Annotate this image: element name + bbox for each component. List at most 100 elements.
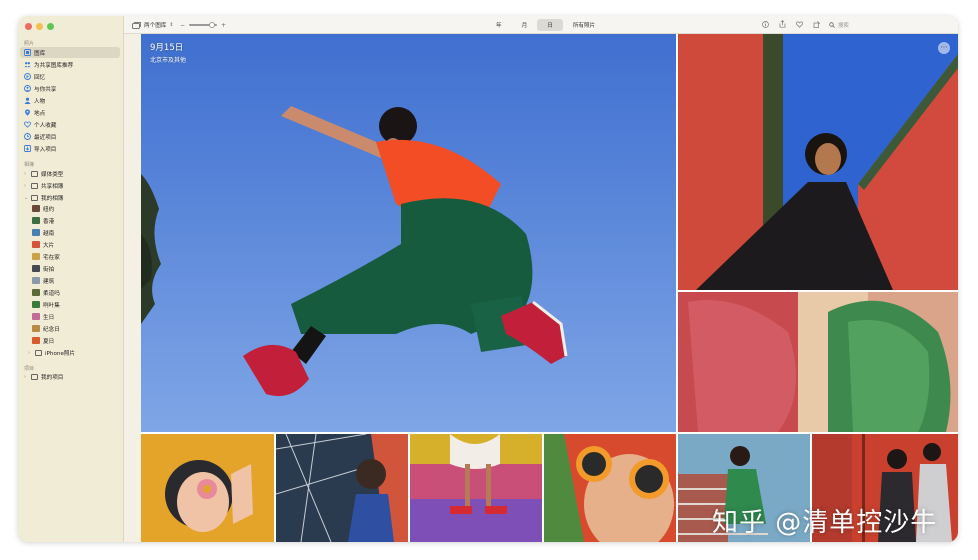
sidebar-album-architecture[interactable]: 建筑 bbox=[20, 275, 120, 286]
zoom-out-icon[interactable]: − bbox=[180, 22, 185, 29]
tab-years[interactable]: 年 bbox=[486, 19, 512, 31]
sidebar-item-places[interactable]: 地点 bbox=[20, 107, 120, 118]
toolbar: 两个图库 ⇕ − + 年 月 日 所有照片 搜索 bbox=[124, 16, 958, 34]
zoom-slider[interactable] bbox=[189, 21, 218, 28]
sidebar-album-birthday[interactable]: 生日 bbox=[20, 311, 120, 322]
library-selector[interactable]: 两个图库 ⇕ bbox=[132, 16, 174, 34]
sidebar-item-label: 宅在家 bbox=[43, 254, 60, 261]
more-options-button[interactable]: ⋯ bbox=[938, 42, 950, 54]
chevron-right-icon[interactable]: › bbox=[24, 171, 28, 177]
sidebar-album-hongkong[interactable]: 香港 bbox=[20, 215, 120, 226]
heart-icon bbox=[24, 121, 31, 128]
album-thumbnail bbox=[32, 229, 40, 236]
sidebar-item-label: 我的项目 bbox=[41, 374, 64, 381]
photo-plastic-sheets[interactable] bbox=[678, 292, 958, 432]
sidebar-item-label: 回忆 bbox=[34, 74, 46, 81]
minimize-window-button[interactable] bbox=[36, 23, 43, 30]
sidebar-item-label: 夏日 bbox=[43, 338, 55, 345]
sidebar-item-library[interactable]: 图库 bbox=[20, 47, 120, 58]
sidebar-group-my-projects[interactable]: › 我的项目 bbox=[20, 371, 120, 382]
close-window-button[interactable] bbox=[25, 23, 32, 30]
sidebar-item-memories[interactable]: 回忆 bbox=[20, 71, 120, 82]
photo-image bbox=[141, 34, 676, 432]
share-icon[interactable] bbox=[779, 20, 786, 30]
people-shared-icon bbox=[24, 61, 31, 68]
sidebar-item-label: 人物 bbox=[34, 98, 46, 105]
photo-image bbox=[678, 34, 958, 290]
sidebar-group-media-types[interactable]: › 媒体类型 bbox=[20, 168, 120, 179]
sidebar-album-7[interactable]: 柔道吗 bbox=[20, 287, 120, 298]
chevron-right-icon[interactable]: › bbox=[24, 374, 28, 380]
library-stack-icon bbox=[132, 21, 141, 29]
watermark-text: 知乎 @清单控沙牛 bbox=[712, 508, 938, 538]
clock-icon bbox=[24, 133, 31, 140]
sidebar-item-imports[interactable]: 导入项目 bbox=[20, 143, 120, 154]
photo-featured-jumping-person[interactable]: 9月15日 北京市及其他 bbox=[141, 34, 676, 432]
sidebar-album-street[interactable]: 街拍 bbox=[20, 263, 120, 274]
folder-icon bbox=[31, 194, 38, 201]
sidebar-item-label: 媒体类型 bbox=[41, 171, 64, 178]
sidebar-item-label: 图库 bbox=[34, 50, 46, 57]
rotate-icon[interactable] bbox=[813, 20, 820, 30]
sidebar-item-shared-with-you[interactable]: 与你共享 bbox=[20, 83, 120, 94]
zoom-window-button[interactable] bbox=[47, 23, 54, 30]
album-thumbnail bbox=[32, 241, 40, 248]
sidebar-album-8[interactable]: 咧叶集 bbox=[20, 299, 120, 310]
tab-days[interactable]: 日 bbox=[537, 19, 563, 31]
sidebar-group-my-albums[interactable]: ⌄ 我的相簿 bbox=[20, 192, 120, 203]
photos-window: 照片 图库 为共享图库推荐 回忆 与你共享 人物 地点 个人收藏 最近项目 导入… bbox=[18, 16, 958, 542]
sidebar-folder-iphone[interactable]: › iPhone照片 bbox=[20, 347, 120, 358]
sidebar-album-anniversary[interactable]: 纪念日 bbox=[20, 323, 120, 334]
sidebar-album-newyork[interactable]: 纽约 bbox=[20, 203, 120, 214]
folder-icon bbox=[31, 182, 38, 189]
favorite-heart-icon[interactable] bbox=[796, 21, 803, 30]
sidebar-item-label: 共享相簿 bbox=[41, 183, 64, 190]
tab-all-photos[interactable]: 所有照片 bbox=[563, 19, 605, 31]
album-thumbnail bbox=[32, 325, 40, 332]
memories-icon bbox=[24, 73, 31, 80]
zoom-slider-knob[interactable] bbox=[209, 21, 216, 28]
photo-girl-donut[interactable] bbox=[141, 434, 274, 542]
photo-sunglasses[interactable] bbox=[544, 434, 676, 542]
sidebar-item-label: 地点 bbox=[34, 110, 46, 117]
zoom-in-icon[interactable]: + bbox=[221, 22, 226, 29]
photo-date-label: 9月15日 bbox=[150, 43, 184, 53]
sidebar: 照片 图库 为共享图库推荐 回忆 与你共享 人物 地点 个人收藏 最近项目 导入… bbox=[18, 16, 124, 542]
sidebar-item-label: 导入项目 bbox=[34, 146, 57, 153]
album-thumbnail bbox=[32, 337, 40, 344]
sidebar-album-summer[interactable]: 夏日 bbox=[20, 335, 120, 346]
sidebar-item-label: 香港 bbox=[43, 218, 55, 225]
sidebar-item-shared-library-suggestions[interactable]: 为共享图库推荐 bbox=[20, 59, 120, 70]
photo-rainbow-floor[interactable] bbox=[410, 434, 542, 542]
chevron-down-icon[interactable]: ⌄ bbox=[24, 195, 28, 201]
section-albums-title: 相簿 bbox=[24, 162, 35, 168]
photo-red-wall-portrait[interactable]: ⋯ bbox=[678, 34, 958, 290]
sidebar-album-blockbuster[interactable]: 大片 bbox=[20, 239, 120, 250]
sidebar-item-recents[interactable]: 最近项目 bbox=[20, 131, 120, 142]
sidebar-item-label: iPhone照片 bbox=[45, 350, 76, 357]
album-thumbnail bbox=[32, 301, 40, 308]
sidebar-item-favorites[interactable]: 个人收藏 bbox=[20, 119, 120, 130]
search-placeholder: 搜索 bbox=[838, 23, 849, 29]
photo-umbrella[interactable] bbox=[276, 434, 408, 542]
window-controls bbox=[25, 23, 54, 30]
tab-months[interactable]: 月 bbox=[512, 19, 538, 31]
sidebar-group-shared-albums[interactable]: › 共享相簿 bbox=[20, 180, 120, 191]
search-field[interactable]: 搜索 bbox=[825, 20, 935, 31]
sidebar-item-people[interactable]: 人物 bbox=[20, 95, 120, 106]
sidebar-item-label: 纪念日 bbox=[43, 326, 60, 333]
album-thumbnail bbox=[32, 205, 40, 212]
info-icon[interactable] bbox=[762, 20, 769, 30]
album-thumbnail bbox=[32, 253, 40, 260]
sidebar-album-vietnam[interactable]: 越南 bbox=[20, 227, 120, 238]
chevron-right-icon[interactable]: › bbox=[24, 183, 28, 189]
sidebar-item-label: 我的相簿 bbox=[41, 195, 64, 202]
sidebar-album-home[interactable]: 宅在家 bbox=[20, 251, 120, 262]
library-icon bbox=[24, 49, 31, 56]
sidebar-item-label: 纽约 bbox=[43, 206, 55, 213]
sidebar-item-label: 为共享图库推荐 bbox=[34, 62, 74, 69]
photo-image bbox=[141, 434, 274, 542]
sidebar-item-label: 生日 bbox=[43, 314, 55, 321]
chevron-right-icon[interactable]: › bbox=[28, 350, 32, 356]
chevron-updown-icon: ⇕ bbox=[169, 22, 174, 28]
